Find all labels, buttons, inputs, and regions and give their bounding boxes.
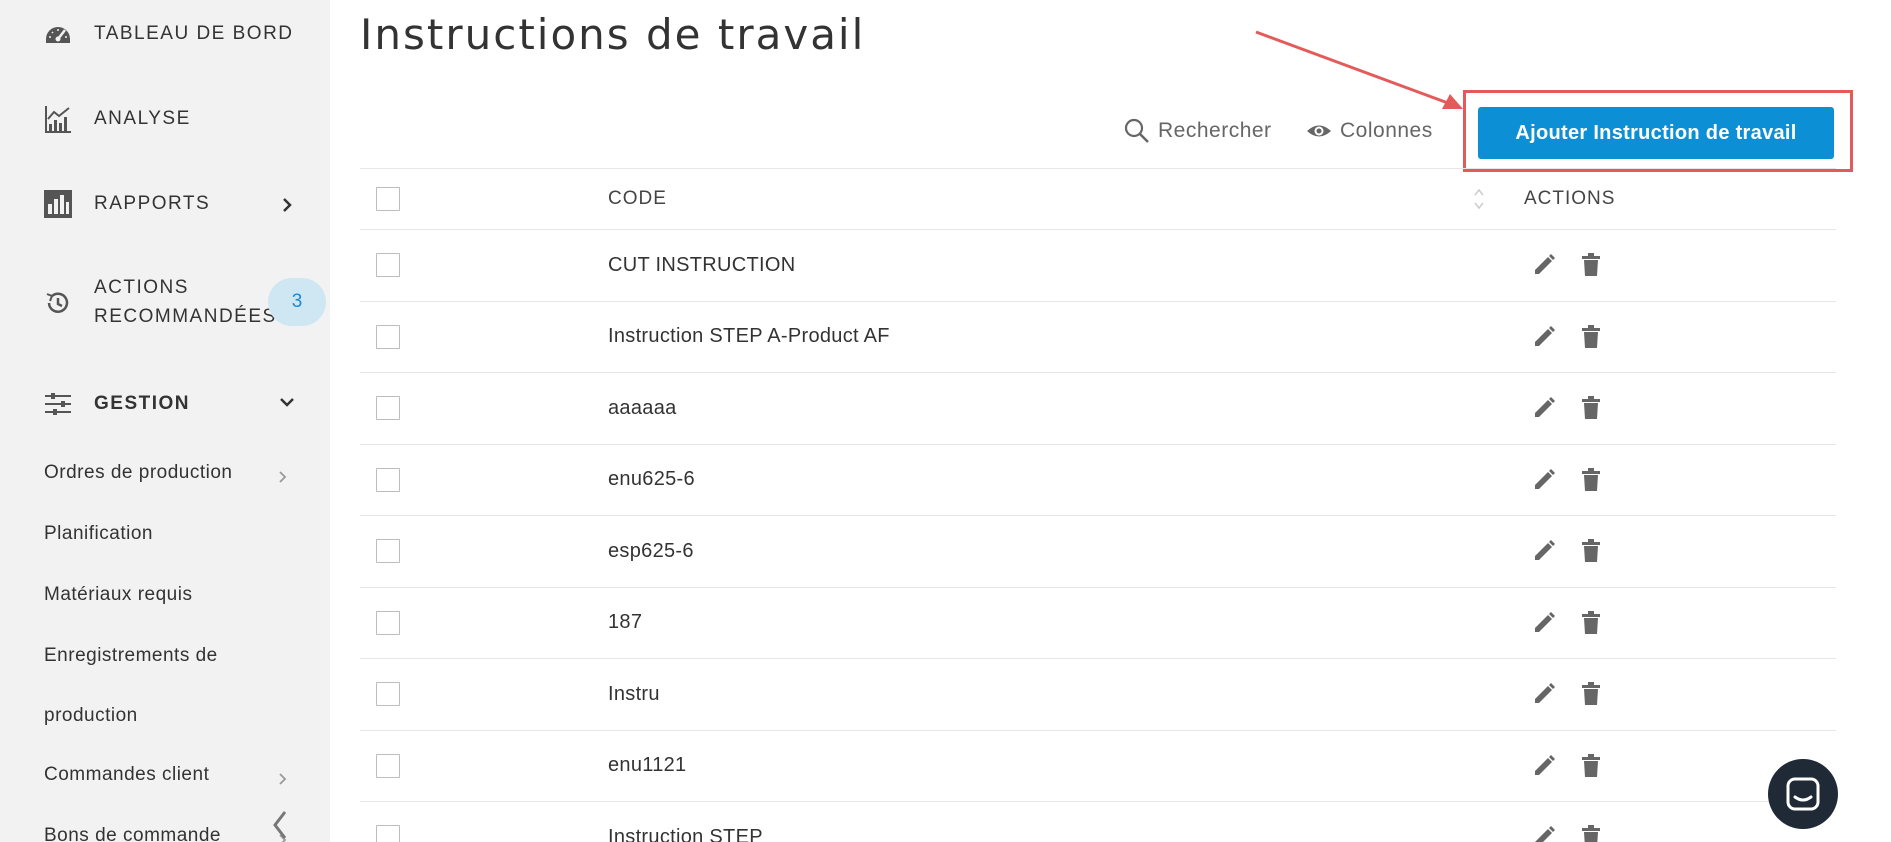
row-code: Instruction STEP A-Product AF xyxy=(608,325,890,348)
sidebar-item-materiaux-requis[interactable]: Matériaux requis xyxy=(44,584,192,606)
pencil-icon[interactable] xyxy=(1532,611,1556,635)
pencil-icon[interactable] xyxy=(1532,682,1556,706)
row-checkbox[interactable] xyxy=(376,753,400,778)
row-checkbox[interactable] xyxy=(376,396,400,421)
nav-item-analyse[interactable]: ANALYSE xyxy=(42,103,191,135)
columns-button[interactable]: Colonnes xyxy=(1306,118,1433,144)
row-checkbox[interactable] xyxy=(376,253,400,278)
chat-icon xyxy=(1786,777,1820,811)
row-code: Instru xyxy=(608,682,660,705)
chevron-right-icon[interactable] xyxy=(277,470,289,484)
nav-item-gestion-label: GESTION xyxy=(94,393,191,414)
search-button-label: Rechercher xyxy=(1158,119,1272,142)
code-column-header[interactable]: CODE xyxy=(608,188,667,210)
actions-column-header: ACTIONS xyxy=(1524,188,1616,209)
nav-item-actions-label-line1: ACTIONS xyxy=(94,277,189,298)
table-row[interactable]: enu1121 xyxy=(360,731,1836,802)
trash-icon[interactable] xyxy=(1580,539,1602,563)
columns-button-label: Colonnes xyxy=(1340,119,1433,142)
work-instructions-table: CODE ACTIONS CUT INSTRUCTION Instruction… xyxy=(360,168,1836,842)
bar-chart-icon xyxy=(42,188,74,220)
row-code: Instruction STEP xyxy=(608,825,763,842)
sidebar-item-planification[interactable]: Planification xyxy=(44,523,153,545)
speedometer-icon xyxy=(42,18,74,50)
nav-item-actions-recommandees[interactable] xyxy=(42,287,94,319)
trash-icon[interactable] xyxy=(1580,610,1602,635)
nav-item-gestion[interactable]: GESTION xyxy=(42,388,190,420)
pencil-icon[interactable] xyxy=(1532,325,1556,349)
pencil-icon[interactable] xyxy=(1532,825,1556,842)
sidebar-item-commandes-client[interactable]: Commandes client xyxy=(44,764,209,786)
table-row[interactable]: esp625-6 xyxy=(360,516,1836,588)
row-code: aaaaaa xyxy=(608,396,677,419)
sliders-icon xyxy=(42,388,74,420)
chat-launcher-button[interactable] xyxy=(1768,759,1838,829)
table-row[interactable]: Instruction STEP A-Product AF xyxy=(360,302,1836,373)
row-code: esp625-6 xyxy=(608,539,694,562)
nav-item-dashboard-label: TABLEAU DE BORD xyxy=(94,23,294,44)
row-checkbox[interactable] xyxy=(376,467,400,492)
row-code: enu625-6 xyxy=(608,468,695,491)
history-icon xyxy=(42,287,74,319)
chevron-right-icon[interactable] xyxy=(278,196,296,214)
row-code: CUT INSTRUCTION xyxy=(608,253,796,276)
sidebar-item-ordres-de-production[interactable]: Ordres de production xyxy=(44,462,233,484)
table-row[interactable]: Instruction STEP xyxy=(360,802,1836,842)
eye-icon xyxy=(1307,125,1331,137)
search-button[interactable]: Rechercher xyxy=(1124,118,1272,144)
row-code: enu1121 xyxy=(608,754,687,777)
sidebar-item-enregistrements-line2[interactable]: production xyxy=(44,705,138,727)
table-row[interactable]: Instru xyxy=(360,659,1836,731)
trash-icon[interactable] xyxy=(1580,753,1602,778)
annotation-arrow xyxy=(1255,30,1463,109)
actions-count-badge: 3 xyxy=(268,278,326,326)
table-header-row: CODE ACTIONS xyxy=(360,168,1836,230)
add-work-instruction-button[interactable]: Ajouter Instruction de travail xyxy=(1478,107,1834,159)
trash-icon[interactable] xyxy=(1580,467,1602,492)
search-icon xyxy=(1124,118,1149,143)
row-code: 187 xyxy=(608,611,643,634)
trash-icon[interactable] xyxy=(1580,396,1602,420)
trash-icon[interactable] xyxy=(1580,324,1602,349)
sort-icon[interactable] xyxy=(1472,185,1486,213)
trash-icon[interactable] xyxy=(1580,253,1602,277)
pencil-icon[interactable] xyxy=(1532,468,1556,492)
nav-item-dashboard[interactable]: TABLEAU DE BORD xyxy=(42,18,294,50)
chevron-down-icon[interactable] xyxy=(278,393,296,411)
pencil-icon[interactable] xyxy=(1532,539,1556,563)
nav-item-analyse-label: ANALYSE xyxy=(94,108,191,129)
page-title: Instructions de travail xyxy=(360,10,866,59)
chevron-right-icon[interactable] xyxy=(277,772,289,786)
trash-icon[interactable] xyxy=(1580,825,1602,842)
pencil-icon[interactable] xyxy=(1532,253,1556,277)
row-checkbox[interactable] xyxy=(376,539,400,564)
table-row[interactable]: CUT INSTRUCTION xyxy=(360,230,1836,302)
collapse-sidebar-icon[interactable] xyxy=(268,808,292,842)
row-checkbox[interactable] xyxy=(376,610,400,635)
pencil-icon[interactable] xyxy=(1532,396,1556,420)
row-checkbox[interactable] xyxy=(376,825,400,842)
sidebar-item-enregistrements-line1[interactable]: Enregistrements de xyxy=(44,645,218,667)
table-row[interactable]: 187 xyxy=(360,588,1836,659)
trash-icon[interactable] xyxy=(1580,682,1602,706)
row-checkbox[interactable] xyxy=(376,682,400,707)
analytics-icon xyxy=(42,103,74,135)
table-row[interactable]: aaaaaa xyxy=(360,373,1836,445)
table-row[interactable]: enu625-6 xyxy=(360,445,1836,516)
nav-item-actions-label: ACTIONS RECOMMANDÉES xyxy=(94,273,277,331)
select-all-checkbox[interactable] xyxy=(376,187,400,211)
sidebar-item-bons-de-commande[interactable]: Bons de commande xyxy=(44,825,221,842)
nav-item-rapports[interactable]: RAPPORTS xyxy=(42,188,210,220)
nav-item-actions-label-line2: RECOMMANDÉES xyxy=(94,306,277,327)
sidebar: TABLEAU DE BORD ANALYSE RAPPORTS ACTIONS… xyxy=(0,0,330,842)
nav-item-rapports-label: RAPPORTS xyxy=(94,193,211,214)
row-checkbox[interactable] xyxy=(376,324,400,349)
pencil-icon[interactable] xyxy=(1532,754,1556,778)
